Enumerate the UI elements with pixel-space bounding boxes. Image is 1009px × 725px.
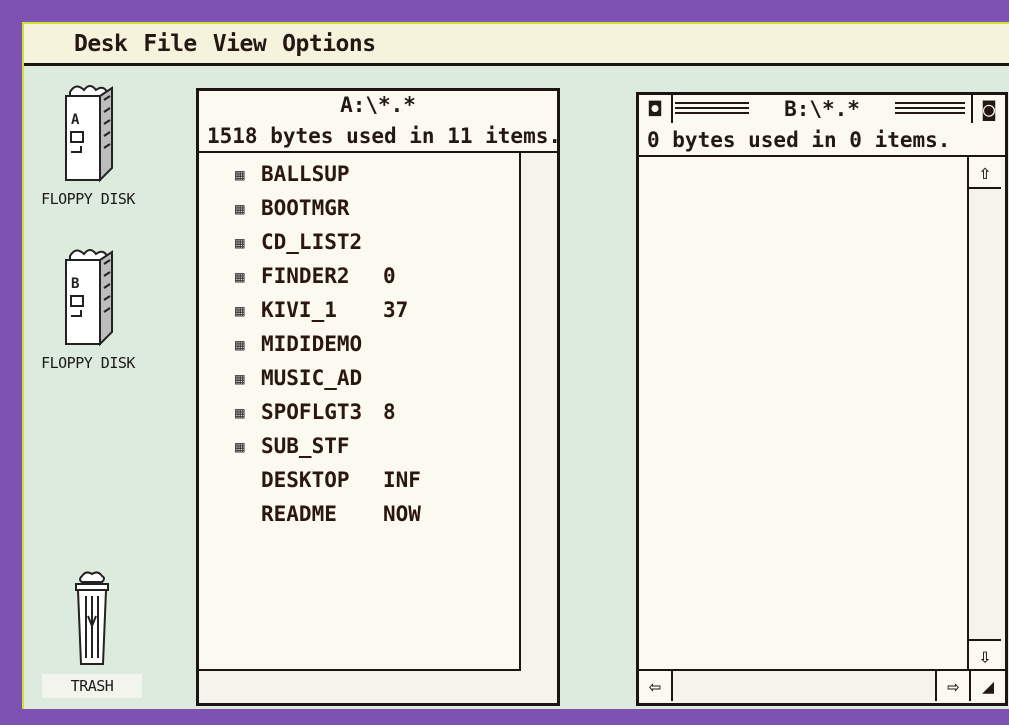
window-b-info: 0 bytes used in 0 items. [639, 125, 1005, 157]
file-extension: 0 [383, 264, 396, 288]
folder-icon: ▦ [235, 266, 245, 286]
file-name: README [261, 502, 337, 526]
file-extension: 37 [383, 298, 409, 322]
file-row[interactable]: ▦ CD_LIST2 [235, 225, 421, 259]
file-extension: INF [383, 468, 421, 492]
scroll-down-icon[interactable]: ⇩ [969, 639, 1001, 671]
window-a-info: 1518 bytes used in 11 items. [199, 121, 557, 153]
trash-icon [75, 571, 109, 665]
window-b-horizontal-scrollbar[interactable]: ⇦ ⇨ ◢ [639, 669, 1005, 703]
window-b-title: B:\*.* [749, 97, 895, 121]
floppy-disk-a-label: FLOPPY DISK [41, 190, 135, 208]
file-extension: 8 [383, 400, 396, 424]
folder-icon: ▦ [235, 300, 245, 320]
floppy-disk-a[interactable]: A FLOPPY DISK [26, 78, 150, 208]
file-row[interactable]: ▦ BOOTMGR [235, 191, 421, 225]
file-row[interactable]: ▦ KIVI_1 37 [235, 293, 421, 327]
window-drive-a[interactable]: A:\*.* 1518 bytes used in 11 items. ▦ BAL… [196, 88, 560, 706]
trash[interactable]: TRASH [42, 570, 142, 698]
menu-desk[interactable]: Desk [74, 31, 128, 57]
folder-icon: ▦ [235, 368, 245, 388]
file-row[interactable]: ▦ MUSIC_AD [235, 361, 421, 395]
menu-options[interactable]: Options [282, 31, 376, 57]
window-a-titlebar[interactable]: A:\*.* [199, 91, 557, 123]
window-b-vertical-scrollbar[interactable]: ⇧ ⇩ [967, 157, 1005, 671]
floppy-disk-icon: A [65, 85, 113, 183]
folder-icon: ▦ [235, 436, 245, 456]
file-name: MUSIC_AD [261, 366, 363, 390]
window-b-titlebar[interactable]: ◘ B:\*.* ◙ [639, 95, 1005, 127]
folder-icon: ▦ [235, 334, 245, 354]
file-row[interactable]: ▦ FINDER2 0 [235, 259, 421, 293]
svg-text:A: A [71, 112, 80, 128]
file-name: BOOTMGR [261, 196, 350, 220]
menu-bar: Desk File View Options [24, 24, 1009, 66]
scroll-left-icon[interactable]: ⇦ [639, 671, 673, 701]
file-name: BALLSUP [261, 162, 350, 186]
floppy-disk-b-label: FLOPPY DISK [41, 354, 135, 372]
file-row[interactable]: ▦ MIDIDEMO [235, 327, 421, 361]
window-drive-b[interactable]: ◘ B:\*.* ◙ 0 bytes used in 0 items. ⇧ ⇩ … [636, 92, 1008, 706]
window-a-title: A:\*.* [340, 93, 416, 117]
close-box-icon[interactable]: ◘ [639, 95, 673, 123]
scroll-up-icon[interactable]: ⇧ [969, 157, 1001, 189]
folder-icon: ▦ [235, 164, 245, 184]
floppy-disk-b[interactable]: B FLOPPY DISK [26, 242, 150, 372]
folder-icon: ▦ [235, 402, 245, 422]
trash-label: TRASH [42, 674, 142, 698]
menu-file[interactable]: File [143, 31, 197, 57]
file-name: MIDIDEMO [261, 332, 363, 356]
scroll-right-icon[interactable]: ⇨ [935, 671, 969, 701]
window-a-file-list: ▦ BALLSUP ▦ BOOTMGR ▦ CD_LIST2 ▦ FINDER2 0 ▦ KIVI_… [235, 157, 421, 531]
file-extension: NOW [383, 502, 421, 526]
folder-icon: ▦ [235, 232, 245, 252]
file-row[interactable]: README NOW [235, 497, 421, 531]
menu-view[interactable]: View [213, 31, 267, 57]
file-name: SPOFLGT3 [261, 400, 363, 424]
desktop-screen: Desk File View Options A FLOPPY DISK B F… [22, 22, 1009, 709]
file-row[interactable]: ▦ SUB_STF [235, 429, 421, 463]
full-box-icon[interactable]: ◙ [971, 95, 1005, 123]
floppy-disk-icon: B [65, 249, 113, 347]
file-row[interactable]: ▦ SPOFLGT3 8 [235, 395, 421, 429]
size-box-icon[interactable]: ◢ [969, 671, 1005, 701]
file-row[interactable]: DESKTOP INF [235, 463, 421, 497]
file-name: DESKTOP [261, 468, 350, 492]
file-name: CD_LIST2 [261, 230, 363, 254]
svg-text:B: B [71, 276, 79, 292]
file-name: KIVI_1 [261, 298, 337, 322]
window-a-vertical-scrollbar[interactable] [519, 153, 557, 703]
window-a-horizontal-scrollbar[interactable] [199, 669, 521, 703]
file-row[interactable]: ▦ BALLSUP [235, 157, 421, 191]
folder-icon: ▦ [235, 198, 245, 218]
file-name: FINDER2 [261, 264, 350, 288]
file-name: SUB_STF [261, 434, 350, 458]
